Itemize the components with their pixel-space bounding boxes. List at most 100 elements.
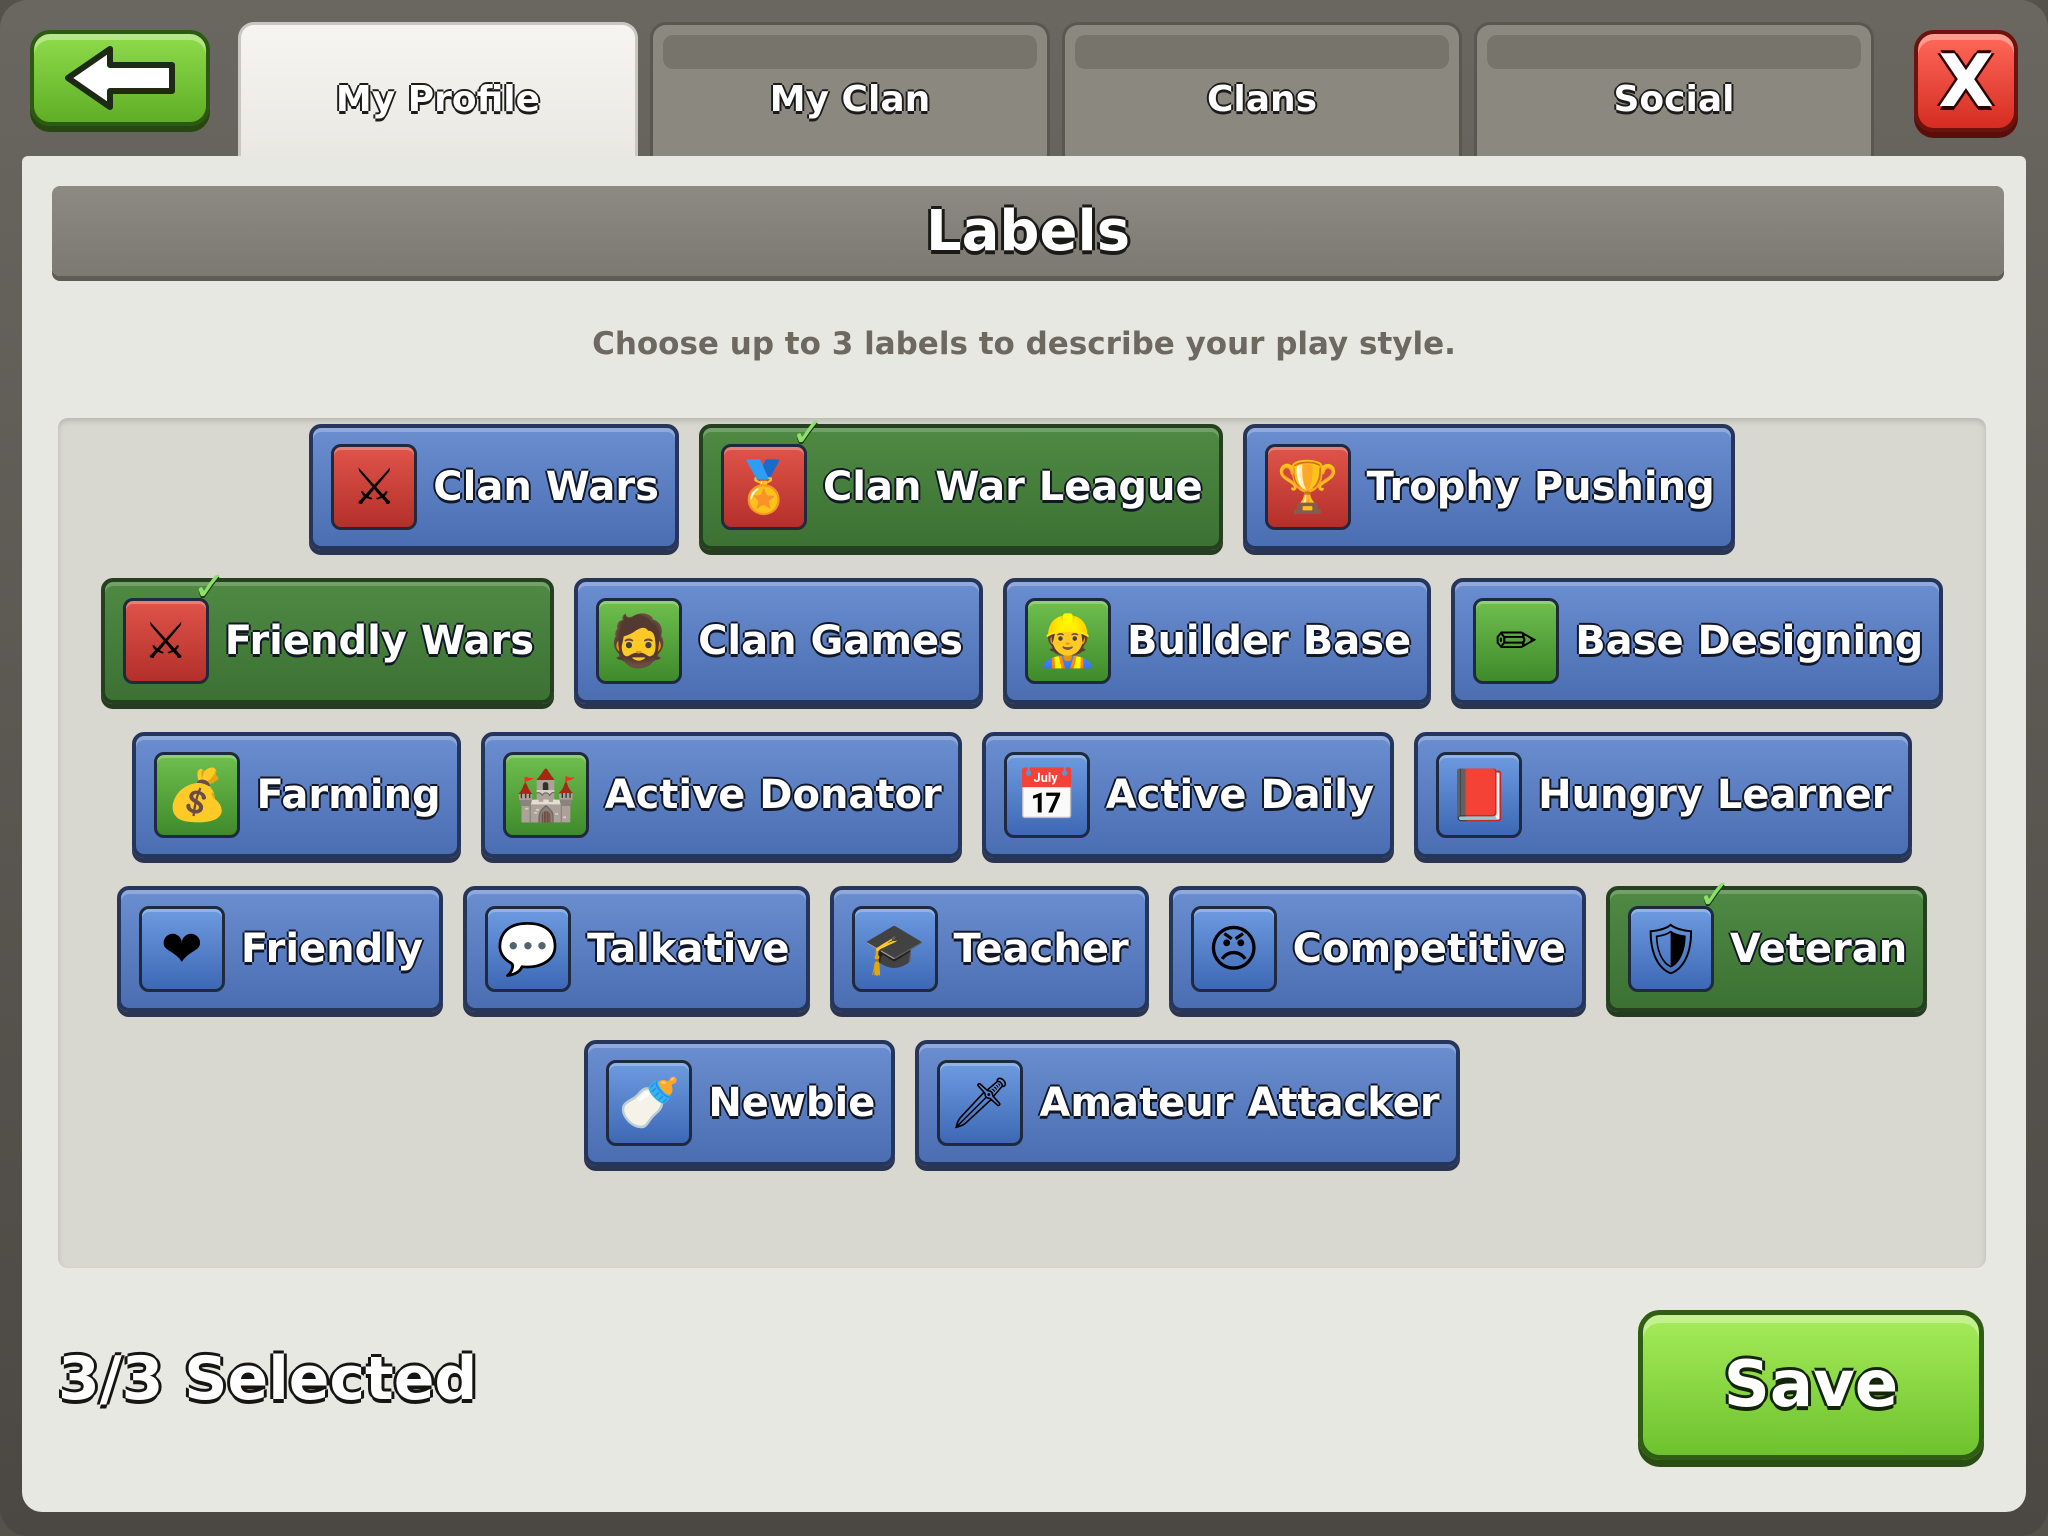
- label-base-designing-button[interactable]: ✏ Base Designing: [1451, 578, 1944, 704]
- label-text: Active Daily: [1105, 772, 1375, 818]
- icon-glyph: 📕: [1447, 766, 1511, 824]
- tab-clans[interactable]: Clans: [1062, 22, 1462, 156]
- icon-glyph: 🏰: [514, 766, 577, 824]
- label-active-donator-button[interactable]: 🏰 Active Donator: [480, 732, 962, 858]
- labels-header: Labels: [52, 186, 2004, 276]
- icon-glyph: 👷: [1036, 612, 1100, 670]
- label-active-daily-button[interactable]: 📅 Active Daily: [981, 732, 1395, 858]
- tab-label: My Clan: [769, 79, 931, 120]
- tab-my-profile[interactable]: My Profile: [238, 22, 638, 156]
- icon-glyph: 🏆: [1276, 458, 1339, 516]
- close-button[interactable]: X: [1914, 30, 2018, 132]
- label-talkative-button[interactable]: 💬 Talkative: [463, 886, 810, 1012]
- gold-elixir-icon: 💰: [154, 752, 241, 838]
- tab-bar: My Profile My Clan Clans Social: [238, 22, 1874, 156]
- clan-castle-icon: 🏰: [502, 752, 589, 838]
- icon-glyph: ⚔: [143, 612, 189, 670]
- label-builder-base-button[interactable]: 👷 Builder Base: [1002, 578, 1432, 704]
- tab-label: Social: [1613, 79, 1735, 120]
- label-text: Clan Games: [698, 618, 963, 664]
- icon-glyph: 😠: [1207, 920, 1260, 978]
- label-row: 🍼 Newbie 🗡 Amateur Attacker: [58, 1040, 1986, 1166]
- label-friendly-button[interactable]: ❤ Friendly: [116, 886, 444, 1012]
- builder-face-icon: 👷: [1024, 598, 1111, 684]
- crossed-swords-icon: ⚔: [122, 598, 209, 684]
- tab-label: Clans: [1206, 79, 1318, 120]
- icon-glyph: ⚔: [351, 458, 397, 516]
- label-text: Builder Base: [1126, 618, 1412, 664]
- label-text: Active Donator: [604, 772, 942, 818]
- label-clan-war-league-button[interactable]: ✓ 🏅 Clan War League: [698, 410, 1223, 550]
- label-text: Farming: [256, 772, 441, 818]
- label-text: Base Designing: [1575, 618, 1924, 664]
- icon-glyph: 🎓: [863, 920, 926, 978]
- label-farming-button[interactable]: 💰 Farming: [132, 732, 461, 858]
- label-row: ✓ ⚔ Friendly Wars 🧔 Clan Games 👷 Builder Base ✏…: [58, 564, 1986, 704]
- icon-glyph: 📅: [1015, 766, 1078, 824]
- icon-glyph: 🗡: [948, 1074, 1013, 1132]
- label-competitive-button[interactable]: 😠 Competitive: [1168, 886, 1586, 1012]
- checkmark-icon: ✓: [790, 410, 825, 456]
- label-friendly-wars-button[interactable]: ✓ ⚔ Friendly Wars: [100, 564, 555, 704]
- pacifier-icon: 🍼: [606, 1060, 693, 1146]
- label-text: Amateur Attacker: [1039, 1080, 1440, 1126]
- label-text: Friendly: [240, 926, 424, 972]
- calendar-icon: 📅: [1003, 752, 1090, 838]
- label-text: Clan Wars: [433, 464, 659, 510]
- heart-icon: ❤: [138, 906, 225, 992]
- angry-face-icon: 😠: [1190, 906, 1277, 992]
- label-text: Trophy Pushing: [1366, 464, 1715, 510]
- icon-glyph: 🍼: [618, 1074, 681, 1132]
- graduation-cap-icon: 🎓: [851, 906, 938, 992]
- book-icon: 📕: [1436, 752, 1523, 838]
- tab-social[interactable]: Social: [1474, 22, 1874, 156]
- icon-glyph: 💰: [166, 766, 229, 824]
- label-hungry-learner-button[interactable]: 📕 Hungry Learner: [1414, 732, 1912, 858]
- back-button[interactable]: [30, 30, 210, 126]
- sword-icon: 🗡: [937, 1060, 1024, 1146]
- label-row: 💰 Farming 🏰 Active Donator 📅 Active Daily 📕 Hun…: [58, 732, 1986, 858]
- label-veteran-button[interactable]: ✓ 🛡 Veteran: [1605, 872, 1928, 1012]
- label-clan-games-button[interactable]: 🧔 Clan Games: [574, 578, 983, 704]
- checkmark-icon: ✓: [1697, 872, 1732, 918]
- icon-glyph: 🏅: [732, 458, 796, 516]
- blueprint-pencil-icon: ✏: [1473, 598, 1560, 684]
- icon-glyph: 💬: [496, 920, 560, 978]
- label-row: ❤ Friendly 💬 Talkative 🎓 Teacher 😠 Competitive ✓…: [58, 872, 1986, 1012]
- gold-league-badge-icon: 🏅: [720, 444, 807, 530]
- crossed-swords-shield-icon: ⚔: [331, 444, 418, 530]
- save-button[interactable]: Save: [1638, 1310, 1984, 1460]
- label-text: Talkative: [587, 926, 790, 972]
- labels-grid: ⚔ Clan Wars ✓ 🏅 Clan War League 🏆 Trophy Pushi…: [58, 410, 1986, 1268]
- tab-label: My Profile: [335, 79, 541, 120]
- label-text: Newbie: [708, 1080, 876, 1126]
- checkmark-icon: ✓: [192, 564, 227, 610]
- label-text: Teacher: [953, 926, 1129, 972]
- label-row: ⚔ Clan Wars ✓ 🏅 Clan War League 🏆 Trophy Pushi…: [58, 410, 1986, 550]
- labels-panel: Labels Choose up to 3 labels to describe…: [22, 156, 2026, 1512]
- barbarian-face-icon: 🧔: [596, 598, 683, 684]
- label-clan-wars-button[interactable]: ⚔ Clan Wars: [309, 424, 679, 550]
- save-button-label: Save: [1723, 1348, 1899, 1422]
- icon-glyph: ❤: [160, 920, 203, 978]
- icon-glyph: 🧔: [607, 612, 671, 670]
- label-teacher-button[interactable]: 🎓 Teacher: [829, 886, 1149, 1012]
- label-text: Friendly Wars: [224, 618, 535, 664]
- tab-my-clan[interactable]: My Clan: [650, 22, 1050, 156]
- close-icon: X: [1938, 39, 1994, 123]
- back-arrow-icon: [65, 46, 175, 110]
- selected-count: 3/3 Selected: [58, 1344, 478, 1414]
- window-frame: My Profile My Clan Clans Social X Labels…: [0, 0, 2048, 1536]
- veteran-helmet-icon: 🛡: [1627, 906, 1714, 992]
- icon-glyph: 🛡: [1639, 920, 1703, 978]
- label-trophy-pushing-button[interactable]: 🏆 Trophy Pushing: [1242, 424, 1735, 550]
- label-text: Hungry Learner: [1538, 772, 1892, 818]
- icon-glyph: ✏: [1495, 612, 1538, 670]
- label-amateur-attacker-button[interactable]: 🗡 Amateur Attacker: [915, 1040, 1460, 1166]
- label-newbie-button[interactable]: 🍼 Newbie: [584, 1040, 896, 1166]
- speech-bubble-icon: 💬: [485, 906, 572, 992]
- page-title: Labels: [925, 198, 1131, 264]
- instructions-text: Choose up to 3 labels to describe your p…: [592, 326, 1456, 362]
- label-text: Clan War League: [822, 464, 1203, 510]
- trophy-icon: 🏆: [1264, 444, 1351, 530]
